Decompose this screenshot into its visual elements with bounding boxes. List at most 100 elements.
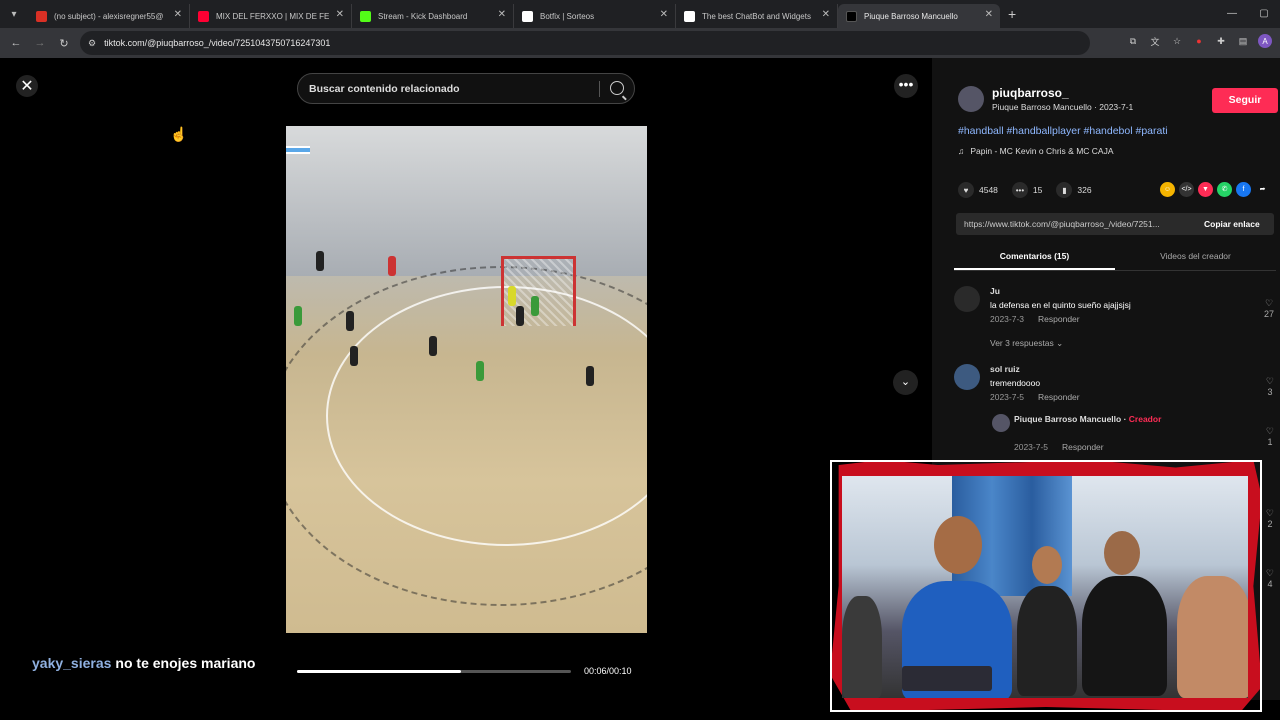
tiktok-icon (846, 11, 857, 22)
author-avatar[interactable] (958, 86, 984, 112)
url-text: tiktok.com/@piuqbarroso_/video/725104375… (104, 38, 331, 48)
avatar[interactable] (954, 286, 980, 312)
close-tab-icon[interactable]: ✕ (985, 9, 993, 20)
profile-avatar-icon[interactable]: A (1258, 34, 1272, 48)
address-toolbar: ← → ↻ ⚙ tiktok.com/@piuqbarroso_/video/7… (0, 28, 1280, 58)
comment-user[interactable]: Ju (990, 286, 1000, 296)
player (388, 256, 396, 276)
browser-tab[interactable]: Stream - Kick Dashboard ✕ (352, 4, 514, 28)
person-head (1104, 531, 1140, 575)
install-icon[interactable]: ⧉ (1126, 34, 1140, 48)
related-search-input[interactable]: Buscar contenido relacionado (297, 73, 635, 104)
site-info-icon[interactable]: ⚙ (88, 38, 96, 49)
person (842, 596, 882, 698)
video-timecode: 00:06/00:10 (584, 666, 632, 676)
comment-like[interactable]: ♡ 4 (1266, 568, 1274, 589)
avatar[interactable] (954, 364, 980, 390)
facebook-icon[interactable]: f (1236, 182, 1251, 197)
bookmark-star-icon[interactable]: ☆ (1170, 34, 1184, 48)
comment-like[interactable]: ♡ 3 (1266, 376, 1274, 397)
copy-link-button[interactable]: Copiar enlace (1204, 219, 1260, 229)
gmail-icon (36, 11, 47, 22)
player (531, 296, 539, 316)
tab-creator-videos[interactable]: Videos del creador (1115, 243, 1276, 270)
comment-like[interactable]: ♡ 27 (1264, 298, 1274, 319)
like-count: 4548 (979, 185, 998, 195)
close-tab-icon[interactable]: ✕ (498, 9, 506, 20)
share-friends-icon[interactable]: ☺ (1160, 182, 1175, 197)
comment-meta: 2023-7-3 Responder (990, 314, 1080, 324)
browser-tab-active[interactable]: Piuque Barroso Mancuello ✕ (838, 4, 1000, 28)
minimize-icon[interactable]: — (1216, 0, 1248, 28)
comment-like-count: 27 (1263, 309, 1274, 319)
close-tab-icon[interactable]: ✕ (336, 9, 344, 20)
embed-icon[interactable]: </> (1179, 182, 1194, 197)
close-icon[interactable]: ✕ (16, 75, 38, 97)
engagement-stats: ♥ 4548 ••• 15 ▮ 326 (958, 182, 1106, 198)
reload-icon[interactable]: ↻ (52, 37, 76, 50)
reply-button[interactable]: Responder (1038, 314, 1080, 324)
comment-item: Ju la defensa en el quinto sueño ajajjsj… (954, 286, 1274, 336)
comment-item: sol ruiz tremendoooo 2023-7-5 Responder ♡… (954, 364, 1274, 414)
comment-meta: 2023-7-5 Responder (990, 392, 1080, 402)
browser-tab[interactable]: MIX DEL FERXXO | MIX DE FEID ✕ (190, 4, 352, 28)
person-head (1032, 546, 1062, 584)
webcam-overlay (830, 460, 1262, 712)
url-bar[interactable]: ⚙ tiktok.com/@piuqbarroso_/video/7251043… (80, 31, 1090, 55)
close-tab-icon[interactable]: ✕ (822, 9, 830, 20)
video-progress-bar[interactable] (297, 670, 571, 673)
follow-button[interactable]: Seguir (1212, 88, 1278, 113)
close-tab-icon[interactable]: ✕ (174, 9, 182, 20)
comment-user[interactable]: sol ruiz (990, 364, 1020, 374)
reply-button[interactable]: Responder (1038, 392, 1080, 402)
new-tab-button[interactable]: + (1008, 6, 1016, 22)
send-icon[interactable]: ▼ (1198, 182, 1213, 197)
divider (599, 81, 600, 97)
browser-tab[interactable]: The best ChatBot and Widgets ✕ (676, 4, 838, 28)
comment-like[interactable]: ♡ 1 (1266, 426, 1274, 447)
music-line[interactable]: ♫ Papin - MC Kevin o Chris & MC CAJA (958, 146, 1114, 156)
tab-comments[interactable]: Comentarios (15) (954, 243, 1115, 270)
chat-message: no te enojes mariano (115, 655, 256, 671)
comment-user[interactable]: Piuque Barroso Mancuello · Creador (1014, 414, 1161, 424)
browser-tab[interactable]: (no subject) - alexisregner55@ ✕ (28, 4, 190, 28)
panel-tabs: Comentarios (15) Videos del creador (954, 243, 1276, 271)
extensions-puzzle-icon[interactable]: ✚ (1214, 34, 1228, 48)
more-options-icon[interactable]: ••• (894, 74, 918, 98)
translate-icon[interactable]: 文 (1148, 34, 1162, 48)
laptop (902, 666, 992, 691)
next-video-chevron-down-icon[interactable]: ⌄ (893, 370, 918, 395)
save-stat[interactable]: ▮ 326 (1056, 182, 1092, 198)
video-player[interactable] (286, 126, 647, 633)
share-link-url[interactable]: https://www.tiktok.com/@piuqbarroso_/vid… (956, 219, 1196, 229)
hashtags[interactable]: #handball #handballplayer #handebol #par… (958, 125, 1168, 137)
avatar[interactable] (992, 414, 1010, 432)
share-icons: ☺ </> ▼ ✆ f ➦ (1160, 182, 1270, 197)
browser-tab[interactable]: Botfix | Sorteos ✕ (514, 4, 676, 28)
share-link-box: https://www.tiktok.com/@piuqbarroso_/vid… (956, 213, 1274, 235)
player (586, 366, 594, 386)
reply-button[interactable]: Responder (1062, 442, 1104, 452)
sidepanel-icon[interactable]: ▤ (1236, 34, 1250, 48)
person-head (934, 516, 982, 574)
whatsapp-icon[interactable]: ✆ (1217, 182, 1232, 197)
tab-search-icon[interactable]: ▾ (0, 0, 28, 28)
view-replies-button[interactable]: Ver 3 respuestas ⌄ (990, 338, 1063, 349)
comment-stat[interactable]: ••• 15 (1011, 182, 1042, 198)
extension-red-icon[interactable]: ● (1192, 34, 1206, 48)
comment-like[interactable]: ♡ 2 (1266, 508, 1274, 529)
maximize-icon[interactable]: ▢ (1248, 0, 1280, 28)
forward-icon[interactable]: → (28, 37, 52, 49)
comment-meta: 2023-7-5 Responder (1014, 442, 1104, 452)
comment-text: tremendoooo (990, 378, 1041, 388)
music-note-icon: ♫ (958, 146, 965, 156)
tab-title: (no subject) - alexisregner55@ (54, 11, 164, 21)
author-username[interactable]: piuqbarroso_ (992, 86, 1069, 100)
tab-title: The best ChatBot and Widgets (702, 11, 811, 21)
close-tab-icon[interactable]: ✕ (660, 9, 668, 20)
share-arrow-icon[interactable]: ➦ (1255, 182, 1270, 197)
window-controls: — ▢ (1216, 0, 1280, 28)
like-stat[interactable]: ♥ 4548 (958, 182, 998, 198)
search-icon[interactable] (610, 81, 624, 95)
back-icon[interactable]: ← (4, 37, 28, 49)
